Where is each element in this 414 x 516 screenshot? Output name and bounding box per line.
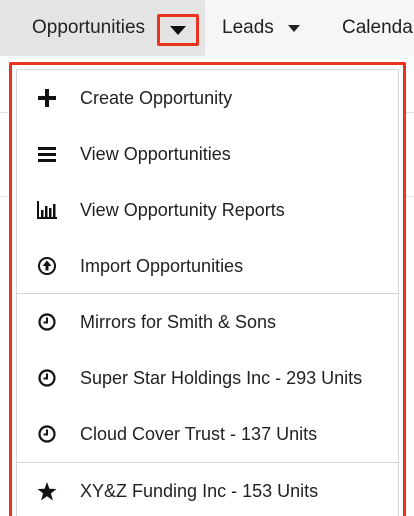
list-icon [37,144,57,164]
menu-item-label: Mirrors for Smith & Sons [80,311,277,332]
menu-item-recent-super-star-holdings[interactable]: Super Star Holdings Inc - 293 Units [17,350,398,406]
nav-tab-calendar[interactable]: Calenda [342,0,413,56]
upload-circle-icon [37,256,57,276]
nav-tab-opportunities-label[interactable]: Opportunities [32,17,145,39]
menu-item-label: View Opportunity Reports [80,199,285,220]
dropdown-menu-list: Create Opportunity View Opportunities Vi… [16,69,399,516]
menu-item-view-opportunities[interactable]: View Opportunities [17,126,398,182]
opportunities-dropdown-toggle[interactable] [157,14,199,46]
bar-chart-icon [37,200,57,220]
menu-item-label: View Opportunities [80,143,231,164]
menu-item-label: Cloud Cover Trust - 137 Units [80,423,318,444]
menu-item-label: XY&Z Funding Inc - 153 Units [80,480,319,501]
star-icon [37,481,57,501]
nav-tab-leads[interactable]: Leads [222,0,300,56]
menu-item-favorite-xyz-funding[interactable]: XY&Z Funding Inc - 153 Units [17,463,398,516]
menu-item-import-opportunities[interactable]: Import Opportunities [17,238,398,294]
clock-icon [37,312,57,332]
menu-item-label: Import Opportunities [80,255,244,276]
opportunities-dropdown-menu: Create Opportunity View Opportunities Vi… [9,62,406,516]
plus-icon [37,88,57,108]
menu-item-label: Create Opportunity [80,87,233,108]
menu-item-create-opportunity[interactable]: Create Opportunity [17,70,398,126]
menu-item-recent-cloud-cover-trust[interactable]: Cloud Cover Trust - 137 Units [17,406,398,462]
clock-icon [37,424,57,444]
nav-tab-leads-label[interactable]: Leads [222,17,274,39]
chevron-down-icon [170,25,186,35]
chevron-down-icon[interactable] [287,24,300,32]
top-navbar: Opportunities Leads Calenda [0,0,414,56]
clock-icon [37,368,57,388]
menu-item-recent-mirrors-smith-sons[interactable]: Mirrors for Smith & Sons [17,294,398,350]
nav-tab-calendar-label[interactable]: Calenda [342,17,413,39]
menu-item-view-opportunity-reports[interactable]: View Opportunity Reports [17,182,398,238]
menu-item-label: Super Star Holdings Inc - 293 Units [80,367,363,388]
